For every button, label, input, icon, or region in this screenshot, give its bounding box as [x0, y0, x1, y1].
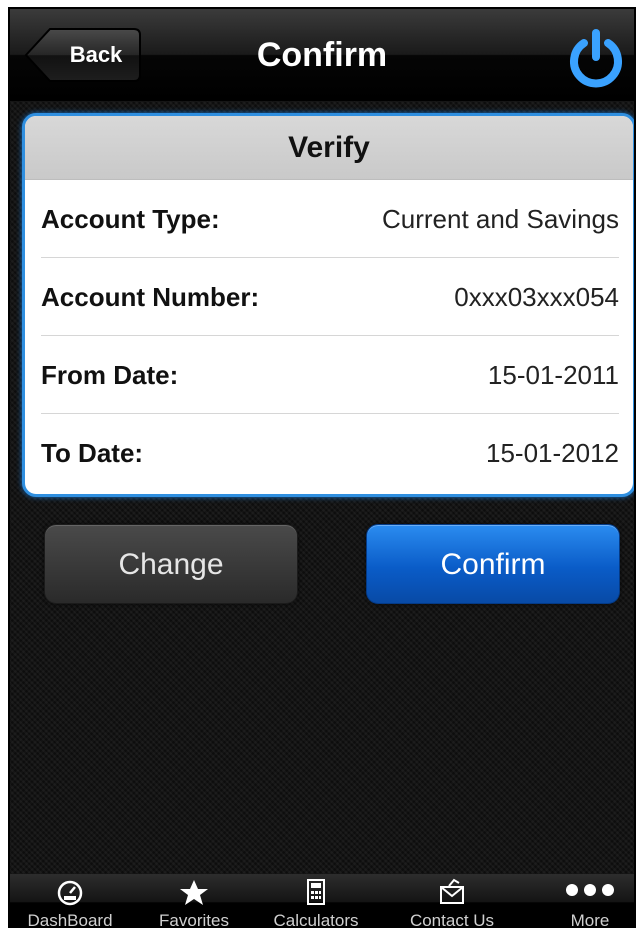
navigation-bar: Back Confirm [10, 9, 634, 101]
row-value: 0xxx03xxx054 [454, 282, 619, 312]
card-title: Verify [25, 116, 633, 180]
back-button[interactable]: Back [24, 27, 142, 83]
account-type-row: Account Type: Current and Savings [41, 180, 619, 258]
tab-contact-us[interactable]: Contact Us [392, 874, 512, 928]
row-label: From Date: [41, 360, 179, 390]
power-icon[interactable] [564, 27, 628, 91]
calculator-icon [301, 878, 331, 913]
row-label: To Date: [41, 438, 144, 468]
account-number-row: Account Number: 0xxx03xxx054 [41, 258, 619, 336]
star-icon [179, 878, 209, 913]
tab-dashboard[interactable]: DashBoard [10, 874, 130, 928]
confirm-button[interactable]: Confirm [366, 524, 620, 604]
change-button[interactable]: Change [44, 524, 298, 604]
tab-bar: DashBoard Favorites Calculators Contact … [10, 874, 634, 928]
tab-label: More [570, 911, 610, 928]
tab-label: Calculators [273, 911, 359, 928]
more-dots-icon [560, 878, 620, 913]
row-value: 15-01-2011 [487, 360, 619, 390]
tab-label: DashBoard [27, 911, 113, 928]
envelope-icon [437, 878, 467, 913]
to-date-row: To Date: 15-01-2012 [41, 414, 619, 492]
verify-card: Verify Account Type: Current and Savings… [22, 113, 634, 497]
tab-label: Contact Us [409, 911, 495, 928]
app-frame: Back Confirm Verify Account Type: Curren… [8, 7, 636, 928]
row-value: Current and Savings [381, 204, 619, 234]
gauge-icon [55, 878, 85, 913]
row-label: Account Number: [41, 282, 260, 312]
back-button-label: Back [69, 42, 123, 67]
from-date-row: From Date: 15-01-2011 [41, 336, 619, 414]
tab-favorites[interactable]: Favorites [134, 874, 254, 928]
row-value: 15-01-2012 [486, 438, 619, 468]
tab-calculators[interactable]: Calculators [256, 874, 376, 928]
tab-more[interactable]: More [530, 874, 634, 928]
row-label: Account Type: [41, 204, 220, 234]
tab-label: Favorites [159, 911, 229, 928]
